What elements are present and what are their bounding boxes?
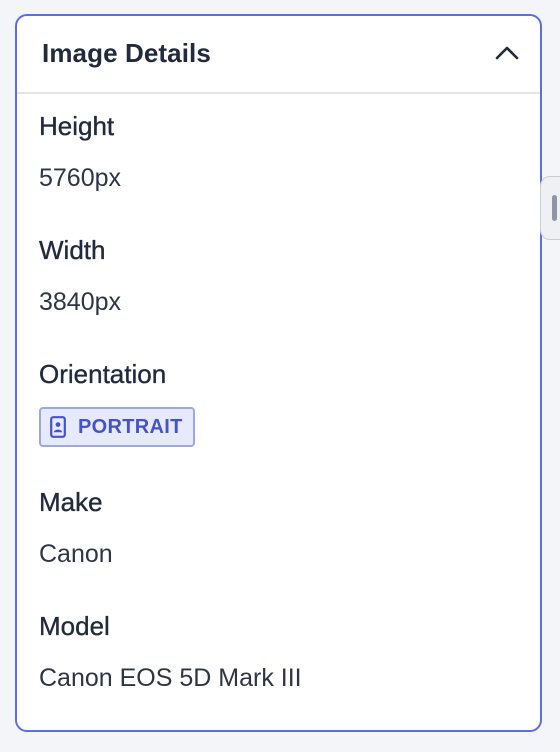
portrait-icon: [50, 416, 66, 438]
field-height: Height 5760px: [39, 109, 520, 233]
field-label: Width: [39, 235, 106, 265]
collapse-button[interactable]: [490, 36, 524, 70]
orientation-badge: PORTRAIT: [39, 407, 195, 447]
details-list: Height 5760px Width 3840px Orientation P…: [39, 109, 520, 730]
field-value: Canon EOS 5D Mark III: [39, 664, 302, 692]
field-make: Make Canon: [39, 485, 520, 609]
field-label: Orientation: [39, 359, 167, 389]
panel-header[interactable]: Image Details: [17, 16, 540, 94]
field-label: Height: [39, 111, 115, 141]
field-label: Make: [39, 487, 103, 517]
field-model: Model Canon EOS 5D Mark III: [39, 609, 520, 730]
field-value: 3840px: [39, 288, 122, 316]
field-label: Model: [39, 611, 110, 641]
field-orientation: Orientation PORTRAIT: [39, 357, 520, 485]
side-panel-handle[interactable]: [540, 176, 560, 240]
field-value: Canon: [39, 540, 113, 568]
field-value: 5760px: [39, 164, 122, 192]
drag-handle-icon: [552, 195, 557, 221]
field-width: Width 3840px: [39, 233, 520, 357]
image-details-panel: Image Details Height 5760px Width 3840px…: [15, 14, 542, 732]
chevron-up-icon: [495, 46, 519, 60]
orientation-value: PORTRAIT: [78, 415, 183, 438]
panel-title: Image Details: [42, 38, 211, 68]
